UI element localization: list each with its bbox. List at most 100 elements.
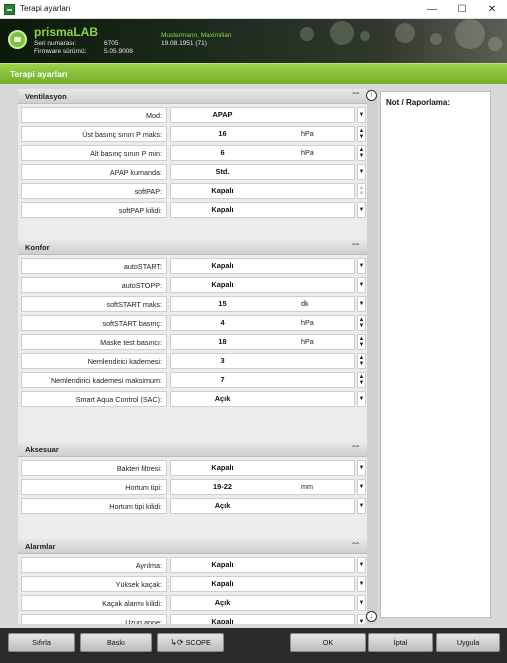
setting-value-field[interactable]: Kapalı (170, 258, 355, 274)
setting-label: Bakteri filtresi: (21, 460, 167, 476)
print-button[interactable]: Baskı (80, 633, 152, 652)
setting-value-field[interactable]: Açık (170, 498, 355, 514)
chevron-down-icon[interactable]: ▼ (357, 498, 366, 514)
chevron-down-icon[interactable]: ▼ (357, 107, 366, 123)
chevron-down-icon[interactable]: ▼ (357, 595, 366, 611)
setting-value: 18 (218, 337, 227, 346)
group-header-comfort[interactable]: Konfor ⌃⌃ (18, 240, 367, 255)
setting-value: Kapalı (211, 205, 234, 214)
setting-label: Smart Aqua Control (SAC): (21, 391, 167, 407)
collapse-icon[interactable]: ⌃⌃ (351, 541, 362, 550)
setting-value-field[interactable]: Kapalı (170, 202, 355, 218)
patient-name: Mustermann, Maximilian (161, 32, 232, 39)
setting-value-field[interactable]: 18 hPa (170, 334, 355, 350)
setting-value-field[interactable]: Açık (170, 595, 355, 611)
setting-value-field[interactable]: Kapalı (170, 460, 355, 476)
chevron-down-icon[interactable]: ▼ (357, 557, 366, 573)
setting-value-field[interactable]: Açık (170, 391, 355, 407)
setting-value: Açık (214, 598, 231, 607)
decorative-bokeh (430, 33, 442, 45)
chevron-down-icon[interactable]: ▼ (357, 202, 366, 218)
collapse-icon[interactable]: ⌃⌃ (351, 444, 362, 453)
minimize-button[interactable]: — (417, 0, 447, 19)
group-title: Ventilasyon (25, 92, 67, 101)
setting-label: Nemlendirici kademesi: (21, 353, 167, 369)
setting-unit: hPa (301, 318, 314, 327)
setting-value-field[interactable]: Kapalı (170, 183, 355, 199)
chevron-down-icon[interactable]: ▼ (357, 296, 366, 312)
setting-value-field[interactable]: Kapalı (170, 576, 355, 592)
setting-label: Üst basınç sınırı P maks: (21, 126, 167, 142)
collapse-icon[interactable]: ⌃⌃ (351, 91, 362, 100)
section-title-bar: Terapi ayarları (0, 63, 507, 84)
setting-row: Nemlendirici kademesi maksimum: 7 ▲ ▼ (21, 372, 366, 388)
setting-value-field[interactable]: 15 dk (170, 296, 355, 312)
setting-unit: mm (301, 482, 313, 491)
notes-panel[interactable]: Not / Raporlama: (380, 91, 491, 618)
window-titlebar: Terapi ayarları — ☐ ✕ (0, 0, 507, 19)
app-header: prismaLAB Seri numarası: 6705 Firmware s… (0, 19, 507, 63)
chevron-down-icon[interactable]: ▼ (357, 391, 366, 407)
collapse-icon[interactable]: ⌃⌃ (351, 242, 362, 251)
setting-label: autoSTOPP: (21, 277, 167, 293)
setting-label: Ayrılma: (21, 557, 167, 573)
setting-label: Hortum tipi kilidi: (21, 498, 167, 514)
chevron-down-icon[interactable]: ▼ (357, 576, 366, 592)
setting-row: Bakteri filtresi: Kapalı ▼ (21, 460, 366, 476)
setting-value-field[interactable]: Kapalı (170, 277, 355, 293)
setting-value-field[interactable]: 7 (170, 372, 355, 388)
group-header-accessories[interactable]: Aksesuar ⌃⌃ (18, 442, 367, 457)
scope-button[interactable]: ↳⟳ SCOPE (157, 633, 224, 652)
app-icon (4, 4, 15, 15)
chevron-down-icon[interactable]: ▼ (357, 460, 366, 476)
chevron-down-icon[interactable]: ▼ (357, 258, 366, 274)
chevron-down-icon[interactable]: ▼ (357, 277, 366, 293)
setting-value-field[interactable]: Std. (170, 164, 355, 180)
settings-panel: Ventilasyon ⌃⌃ Mod: APAP ▼ Üst basınç sınırı … (18, 89, 367, 624)
setting-value-field[interactable]: 19-22 mm (170, 479, 355, 495)
close-button[interactable]: ✕ (477, 0, 507, 19)
section-title: Terapi ayarları (10, 69, 68, 79)
spin-up-down-icon[interactable]: ▲ ▼ (357, 353, 366, 369)
scroll-down-icon[interactable]: ↓ (366, 611, 377, 622)
spin-up-down-icon[interactable]: ▲ ▼ (357, 372, 366, 388)
setting-label: Mod: (21, 107, 167, 123)
setting-row: Hortum tipi: 19-22 mm ▼ (21, 479, 366, 495)
reset-button[interactable]: Sıfırla (8, 633, 75, 652)
setting-value-field[interactable]: APAP (170, 107, 355, 123)
spin-up-down-icon[interactable]: ▲ ▼ (357, 126, 366, 142)
setting-row: Uzun apne: Kapalı ▼ (21, 614, 366, 624)
setting-unit: dk (301, 299, 309, 308)
setting-row: softSTART basınç: 4 hPa ▲ ▼ (21, 315, 366, 331)
setting-row: autoSTOPP: Kapalı ▼ (21, 277, 366, 293)
prisma-logo-icon (8, 30, 27, 49)
setting-value-field[interactable]: 6 hPa (170, 145, 355, 161)
setting-label: softPAP kilidi: (21, 202, 167, 218)
setting-row: APAP kumanda: Std. ▼ (21, 164, 366, 180)
chevron-down-icon[interactable]: ▼ (357, 479, 366, 495)
chevron-down-icon[interactable]: ▼ (357, 614, 366, 624)
group-header-alarms[interactable]: Alarmlar ⌃⌃ (18, 539, 367, 554)
spin-up-down-icon[interactable]: ▲ ▼ (357, 145, 366, 161)
setting-row: softPAP kilidi: Kapalı ▼ (21, 202, 366, 218)
spin-up-down-icon[interactable]: ▲ ▼ (357, 334, 366, 350)
setting-label: APAP kumanda: (21, 164, 167, 180)
scroll-up-icon[interactable]: ↑ (366, 90, 377, 101)
ok-button[interactable]: OK (290, 633, 366, 652)
group-header-ventilation[interactable]: Ventilasyon ⌃⌃ (18, 89, 367, 104)
setting-value-field[interactable]: Kapalı (170, 557, 355, 573)
chevron-down-icon[interactable]: ▼ (357, 164, 366, 180)
setting-row: Kaçak alarmı kilidi: Açık ▼ (21, 595, 366, 611)
vertical-scrollbar[interactable]: ↑ ↓ (366, 89, 377, 624)
maximize-button[interactable]: ☐ (447, 0, 477, 19)
setting-value-field[interactable]: 4 hPa (170, 315, 355, 331)
spin-up-down-icon[interactable]: ▲ ▼ (357, 315, 366, 331)
setting-value-field[interactable]: 16 hPa (170, 126, 355, 142)
setting-value-field[interactable]: Kapalı (170, 614, 355, 624)
scope-icon: ↳⟳ (170, 638, 184, 647)
spin-up-down-icon[interactable]: ▲ ▼ (357, 183, 366, 199)
setting-value-field[interactable]: 3 (170, 353, 355, 369)
setting-value: Kapalı (211, 617, 234, 624)
apply-button[interactable]: Uygula (436, 633, 500, 652)
cancel-button[interactable]: İptal (368, 633, 433, 652)
